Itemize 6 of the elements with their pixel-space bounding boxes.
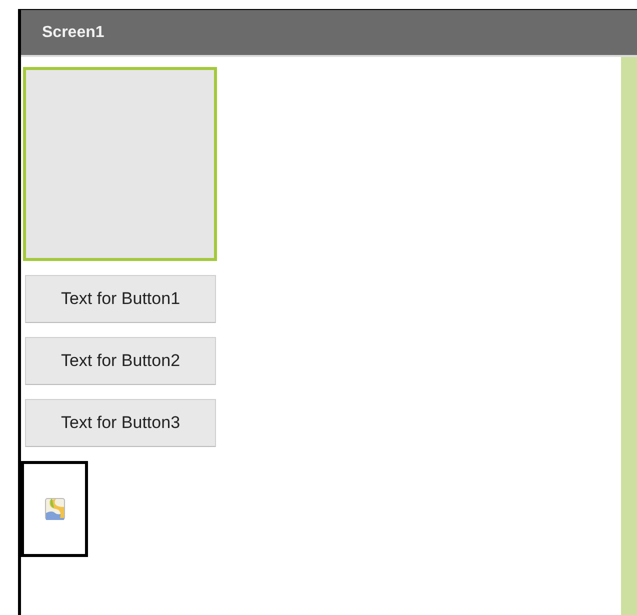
text-button[interactable]: Text for Button3 — [25, 399, 216, 447]
image-icon — [44, 498, 64, 520]
text-button[interactable]: Text for Button1 — [25, 275, 216, 323]
screen-title: Screen1 — [42, 24, 104, 42]
text-button[interactable]: Text for Button2 — [25, 337, 216, 385]
image-frame[interactable] — [21, 461, 88, 557]
